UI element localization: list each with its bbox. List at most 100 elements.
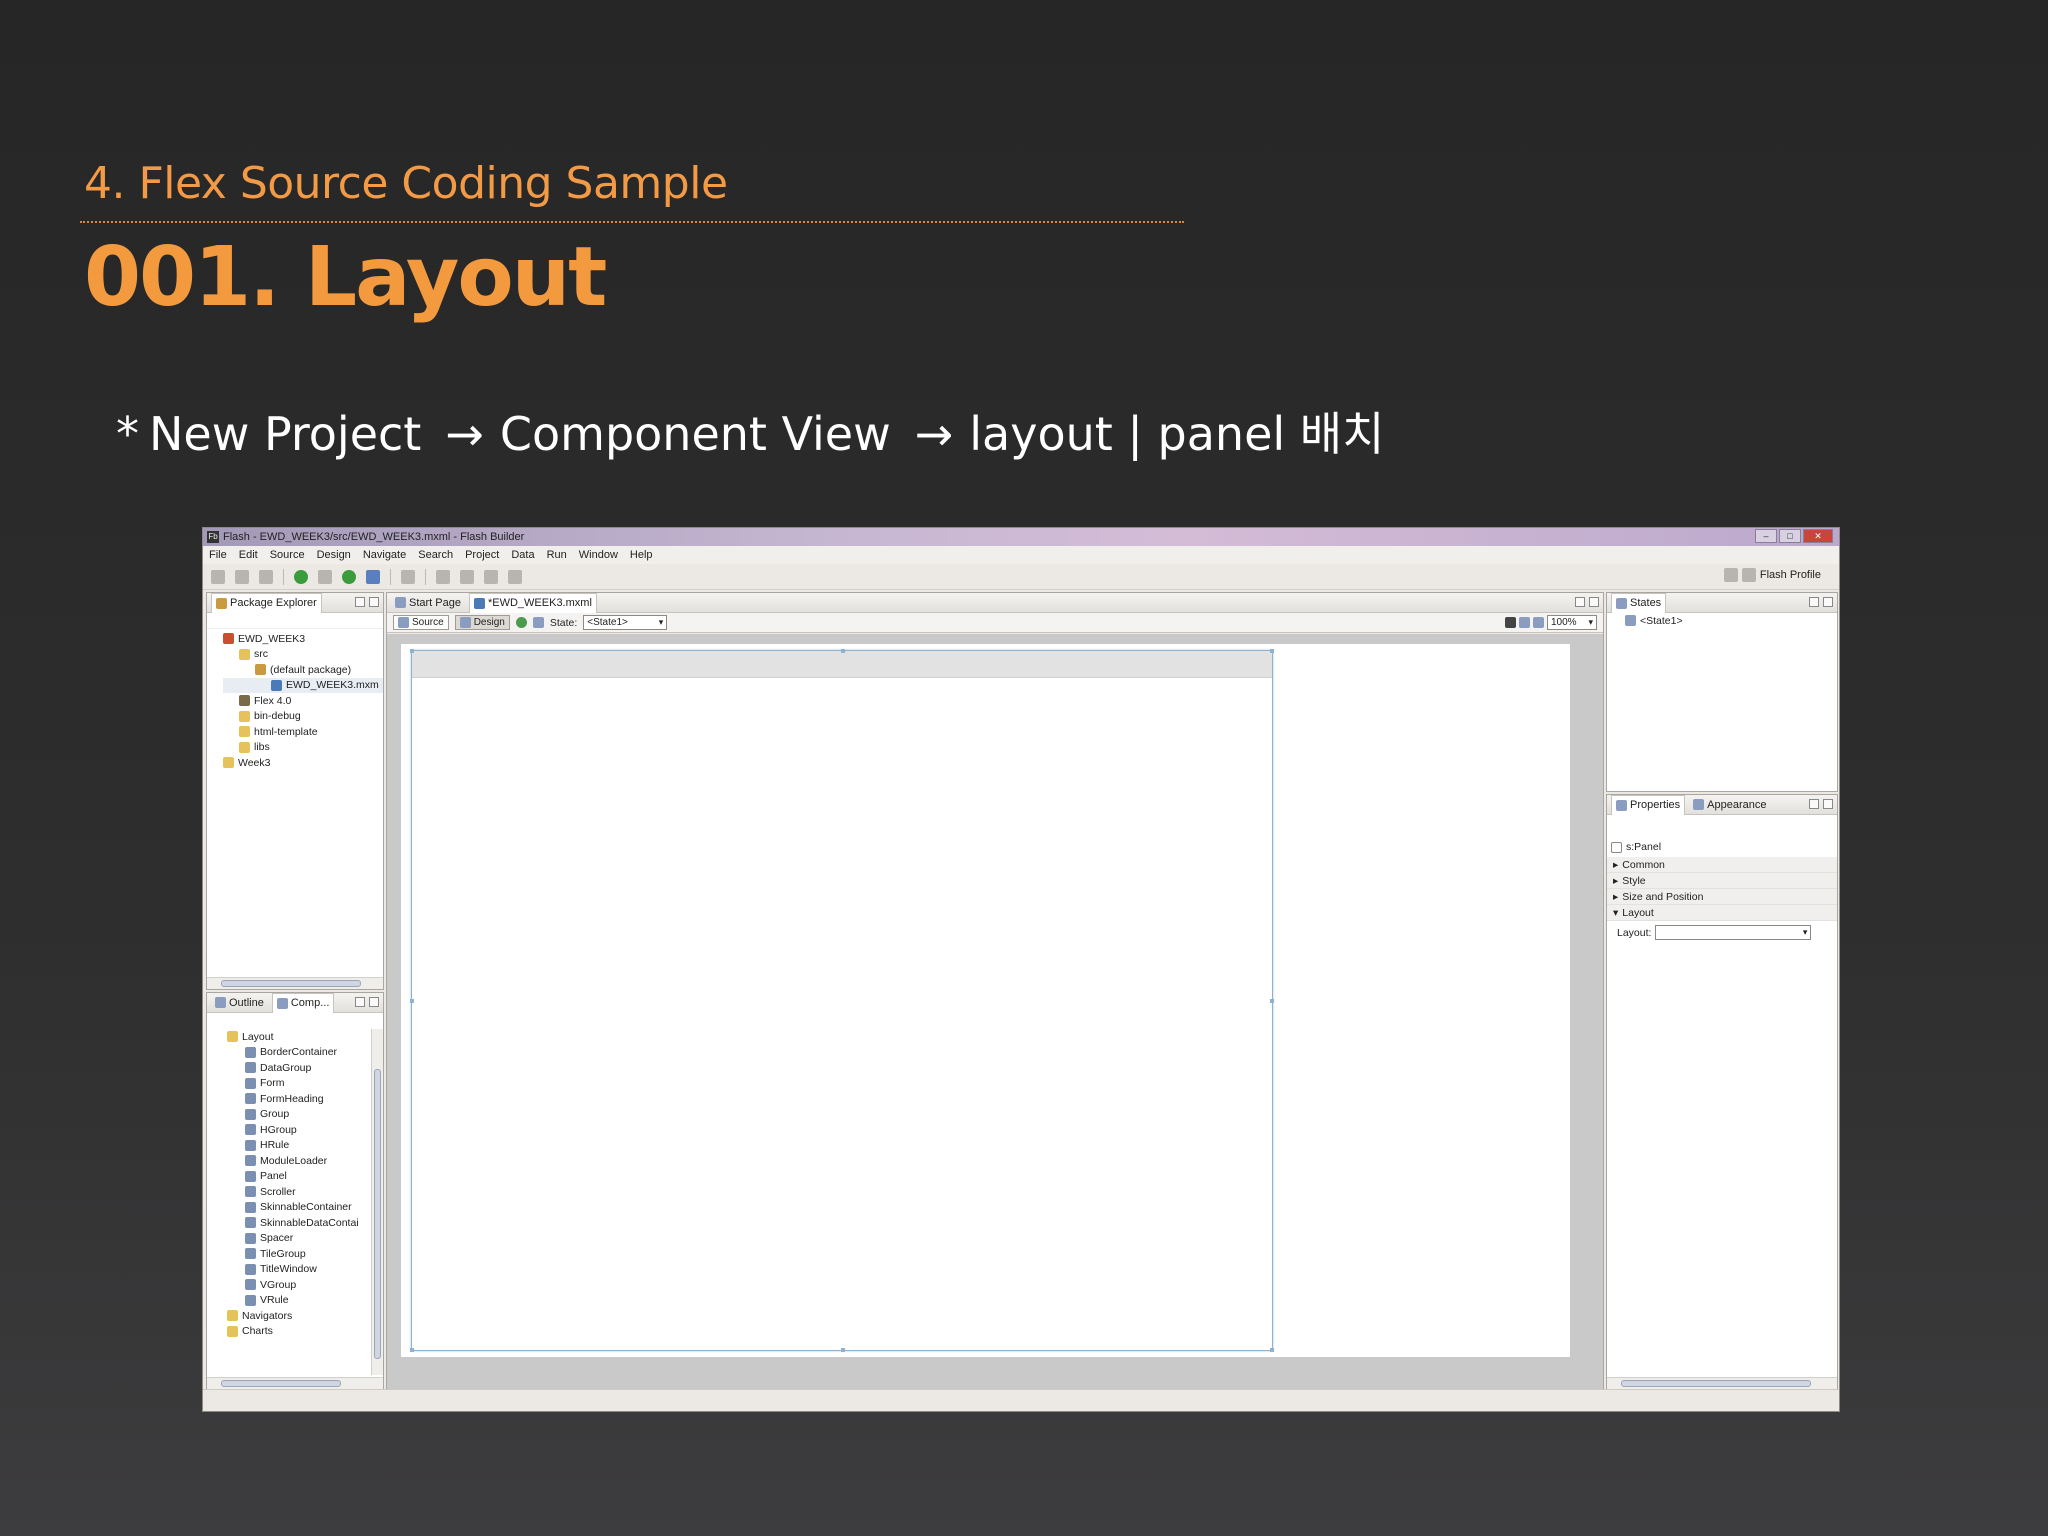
horizontal-scrollbar[interactable] xyxy=(1607,1377,1837,1389)
open-perspective-icon[interactable] xyxy=(1723,568,1738,582)
scrollbar-thumb[interactable] xyxy=(221,1380,341,1387)
source-mode-button[interactable]: Source xyxy=(393,615,449,630)
tree-item-libs[interactable]: libs xyxy=(223,740,383,756)
component-item[interactable]: Scroller xyxy=(227,1184,383,1200)
component-item[interactable]: VGroup xyxy=(227,1277,383,1293)
component-item[interactable]: VRule xyxy=(227,1293,383,1309)
scrollbar-thumb[interactable] xyxy=(374,1069,381,1359)
resize-handle[interactable] xyxy=(410,649,414,653)
menu-source[interactable]: Source xyxy=(270,549,305,561)
tree-item-mxml[interactable]: EWD_WEEK3.mxm xyxy=(223,677,383,693)
component-item[interactable]: TitleWindow xyxy=(227,1262,383,1278)
component-item[interactable]: Spacer xyxy=(227,1231,383,1247)
perspective-label[interactable]: Flash Profile xyxy=(1760,569,1821,581)
state-item[interactable]: <State1> xyxy=(1607,613,1837,629)
menu-navigate[interactable]: Navigate xyxy=(363,549,406,561)
section-layout[interactable]: ▾ Layout xyxy=(1607,905,1837,921)
tree-item-src[interactable]: src xyxy=(223,647,383,663)
run-icon[interactable] xyxy=(294,569,308,584)
component-item[interactable]: BorderContainer xyxy=(227,1045,383,1061)
resize-handle[interactable] xyxy=(841,649,845,653)
edit-icon[interactable] xyxy=(436,569,450,584)
resize-handle[interactable] xyxy=(1270,1348,1274,1352)
resize-handle[interactable] xyxy=(1270,999,1274,1003)
close-button[interactable]: ✕ xyxy=(1803,529,1833,543)
search-icon[interactable] xyxy=(401,569,415,584)
tree-item-flex-sdk[interactable]: Flex 4.0 xyxy=(223,693,383,709)
minimize-view-button[interactable] xyxy=(1809,799,1819,809)
category-layout[interactable]: Layout xyxy=(227,1029,383,1045)
back-icon[interactable] xyxy=(484,569,498,584)
forward-icon[interactable] xyxy=(508,569,522,584)
annotation-icon[interactable] xyxy=(460,569,474,584)
scrollbar-thumb[interactable] xyxy=(221,980,361,987)
section-style[interactable]: ▸ Style xyxy=(1607,873,1837,889)
section-common[interactable]: ▸ Common xyxy=(1607,857,1837,873)
save-icon[interactable] xyxy=(235,569,249,584)
maximize-button[interactable]: □ xyxy=(1779,529,1801,543)
component-item[interactable]: HRule xyxy=(227,1138,383,1154)
maximize-view-button[interactable] xyxy=(1589,597,1599,607)
maximize-view-button[interactable] xyxy=(369,997,379,1007)
resize-handle[interactable] xyxy=(841,1348,845,1352)
horizontal-scrollbar[interactable] xyxy=(207,1377,383,1389)
component-item[interactable]: Group xyxy=(227,1107,383,1123)
component-item[interactable]: Panel xyxy=(227,1169,383,1185)
category-charts[interactable]: Charts xyxy=(227,1324,383,1340)
minimize-view-button[interactable] xyxy=(1575,597,1585,607)
tab-states[interactable]: States xyxy=(1611,592,1667,613)
show-surrounding-icon[interactable] xyxy=(532,617,544,628)
export-icon[interactable] xyxy=(366,569,380,584)
tree-item-week3[interactable]: Week3 xyxy=(223,755,383,771)
tab-package-explorer[interactable]: Package Explorer xyxy=(211,592,322,613)
tree-item-project[interactable]: EWD_WEEK3 xyxy=(223,631,383,647)
component-item[interactable]: SkinnableContainer xyxy=(227,1200,383,1216)
resize-handle[interactable] xyxy=(410,999,414,1003)
minimize-button[interactable]: – xyxy=(1755,529,1777,543)
tab-outline[interactable]: Outline xyxy=(211,997,268,1009)
category-navigators[interactable]: Navigators xyxy=(227,1308,383,1324)
component-item[interactable]: DataGroup xyxy=(227,1060,383,1076)
resize-handle[interactable] xyxy=(410,1348,414,1352)
tab-start-page[interactable]: Start Page xyxy=(391,597,465,609)
component-item[interactable]: SkinnableDataContai xyxy=(227,1215,383,1231)
minimize-view-button[interactable] xyxy=(355,597,365,607)
menu-window[interactable]: Window xyxy=(579,549,618,561)
minimize-view-button[interactable] xyxy=(355,997,365,1007)
menu-data[interactable]: Data xyxy=(511,549,534,561)
scrollbar-thumb[interactable] xyxy=(1621,1380,1811,1387)
menu-design[interactable]: Design xyxy=(317,549,351,561)
tab-appearance[interactable]: Appearance xyxy=(1689,799,1770,811)
section-size-position[interactable]: ▸ Size and Position xyxy=(1607,889,1837,905)
refresh-icon[interactable] xyxy=(515,617,527,628)
pan-icon[interactable] xyxy=(1519,617,1530,628)
component-item[interactable]: Form xyxy=(227,1076,383,1092)
design-mode-button[interactable]: Design xyxy=(454,615,510,630)
menu-help[interactable]: Help xyxy=(630,549,653,561)
component-item[interactable]: FormHeading xyxy=(227,1091,383,1107)
perspective-switcher[interactable]: Flash Profile xyxy=(1723,568,1821,582)
select-cursor-icon[interactable] xyxy=(1505,617,1516,628)
resize-handle[interactable] xyxy=(1270,649,1274,653)
zoom-icon[interactable] xyxy=(1533,617,1544,628)
tab-components[interactable]: Comp... xyxy=(271,992,335,1013)
zoom-select[interactable]: 100% xyxy=(1547,615,1597,630)
component-item[interactable]: ModuleLoader xyxy=(227,1153,383,1169)
tab-ewd-week3-mxml[interactable]: *EWD_WEEK3.mxml xyxy=(468,592,597,613)
menu-edit[interactable]: Edit xyxy=(239,549,258,561)
component-item[interactable]: HGroup xyxy=(227,1122,383,1138)
menu-file[interactable]: File xyxy=(209,549,227,561)
tree-item-html-template[interactable]: html-template xyxy=(223,724,383,740)
menu-run[interactable]: Run xyxy=(547,549,567,561)
tree-item-default-package[interactable]: (default package) xyxy=(223,662,383,678)
menu-search[interactable]: Search xyxy=(418,549,453,561)
menu-project[interactable]: Project xyxy=(465,549,499,561)
profile-icon[interactable] xyxy=(342,569,356,584)
tree-item-bin-debug[interactable]: bin-debug xyxy=(223,709,383,725)
tab-properties[interactable]: Properties xyxy=(1611,794,1686,815)
layout-select[interactable] xyxy=(1655,925,1812,940)
application-canvas[interactable] xyxy=(401,644,1570,1357)
minimize-view-button[interactable] xyxy=(1809,597,1819,607)
flex-panel-component[interactable] xyxy=(410,649,1274,1352)
component-item[interactable]: TileGroup xyxy=(227,1246,383,1262)
